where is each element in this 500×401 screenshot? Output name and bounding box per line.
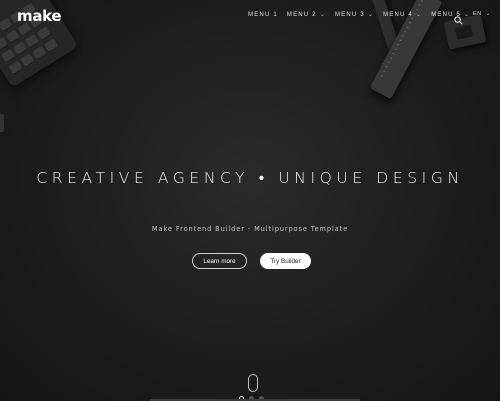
sharpener-decoration	[443, 14, 487, 50]
language-selector[interactable]: EN ⌄	[473, 11, 491, 17]
search-icon[interactable]	[454, 10, 463, 25]
hero-headline: CREATIVE AGENCY • UNIQUE DESIGN	[36, 169, 464, 187]
chevron-down-icon: ⌄	[464, 12, 471, 18]
pen-tip-decoration	[381, 61, 391, 73]
nav-label: MENU 3	[334, 11, 365, 18]
scroll-down-icon[interactable]	[248, 374, 258, 392]
pen-decoration	[367, 0, 405, 66]
chevron-down-icon: ⌄	[415, 12, 423, 18]
nav-label: MENU 2	[286, 11, 317, 18]
chevron-down-icon: ⌄	[319, 12, 326, 18]
hero-subtitle: Make Frontend Builder - Multipurpose Tem…	[151, 225, 349, 233]
main-nav: MENU 1 MENU 2 ⌄ MENU 3 ⌄ MENU 4 ⌄ MENU 5 ⌄	[248, 11, 479, 19]
nav-menu-2[interactable]: MENU 2 ⌄	[286, 11, 326, 19]
nav-label: MENU 4	[383, 11, 413, 18]
nav-label: MENU 1	[248, 11, 278, 18]
chevron-down-icon: ⌄	[485, 11, 491, 17]
language-label: EN	[473, 11, 482, 17]
chevron-down-icon: ⌄	[367, 12, 375, 18]
site-logo[interactable]: make	[17, 7, 62, 25]
nav-menu-4[interactable]: MENU 4 ⌄	[383, 11, 423, 19]
device-edge-decoration	[0, 114, 4, 132]
nav-menu-5[interactable]: MENU 5 ⌄	[431, 11, 471, 19]
try-builder-button[interactable]: Try Builder	[260, 253, 311, 269]
nav-menu-1[interactable]: MENU 1	[248, 12, 278, 18]
nav-menu-3[interactable]: MENU 3 ⌄	[334, 11, 375, 19]
learn-more-button[interactable]: Learn more	[192, 253, 247, 269]
